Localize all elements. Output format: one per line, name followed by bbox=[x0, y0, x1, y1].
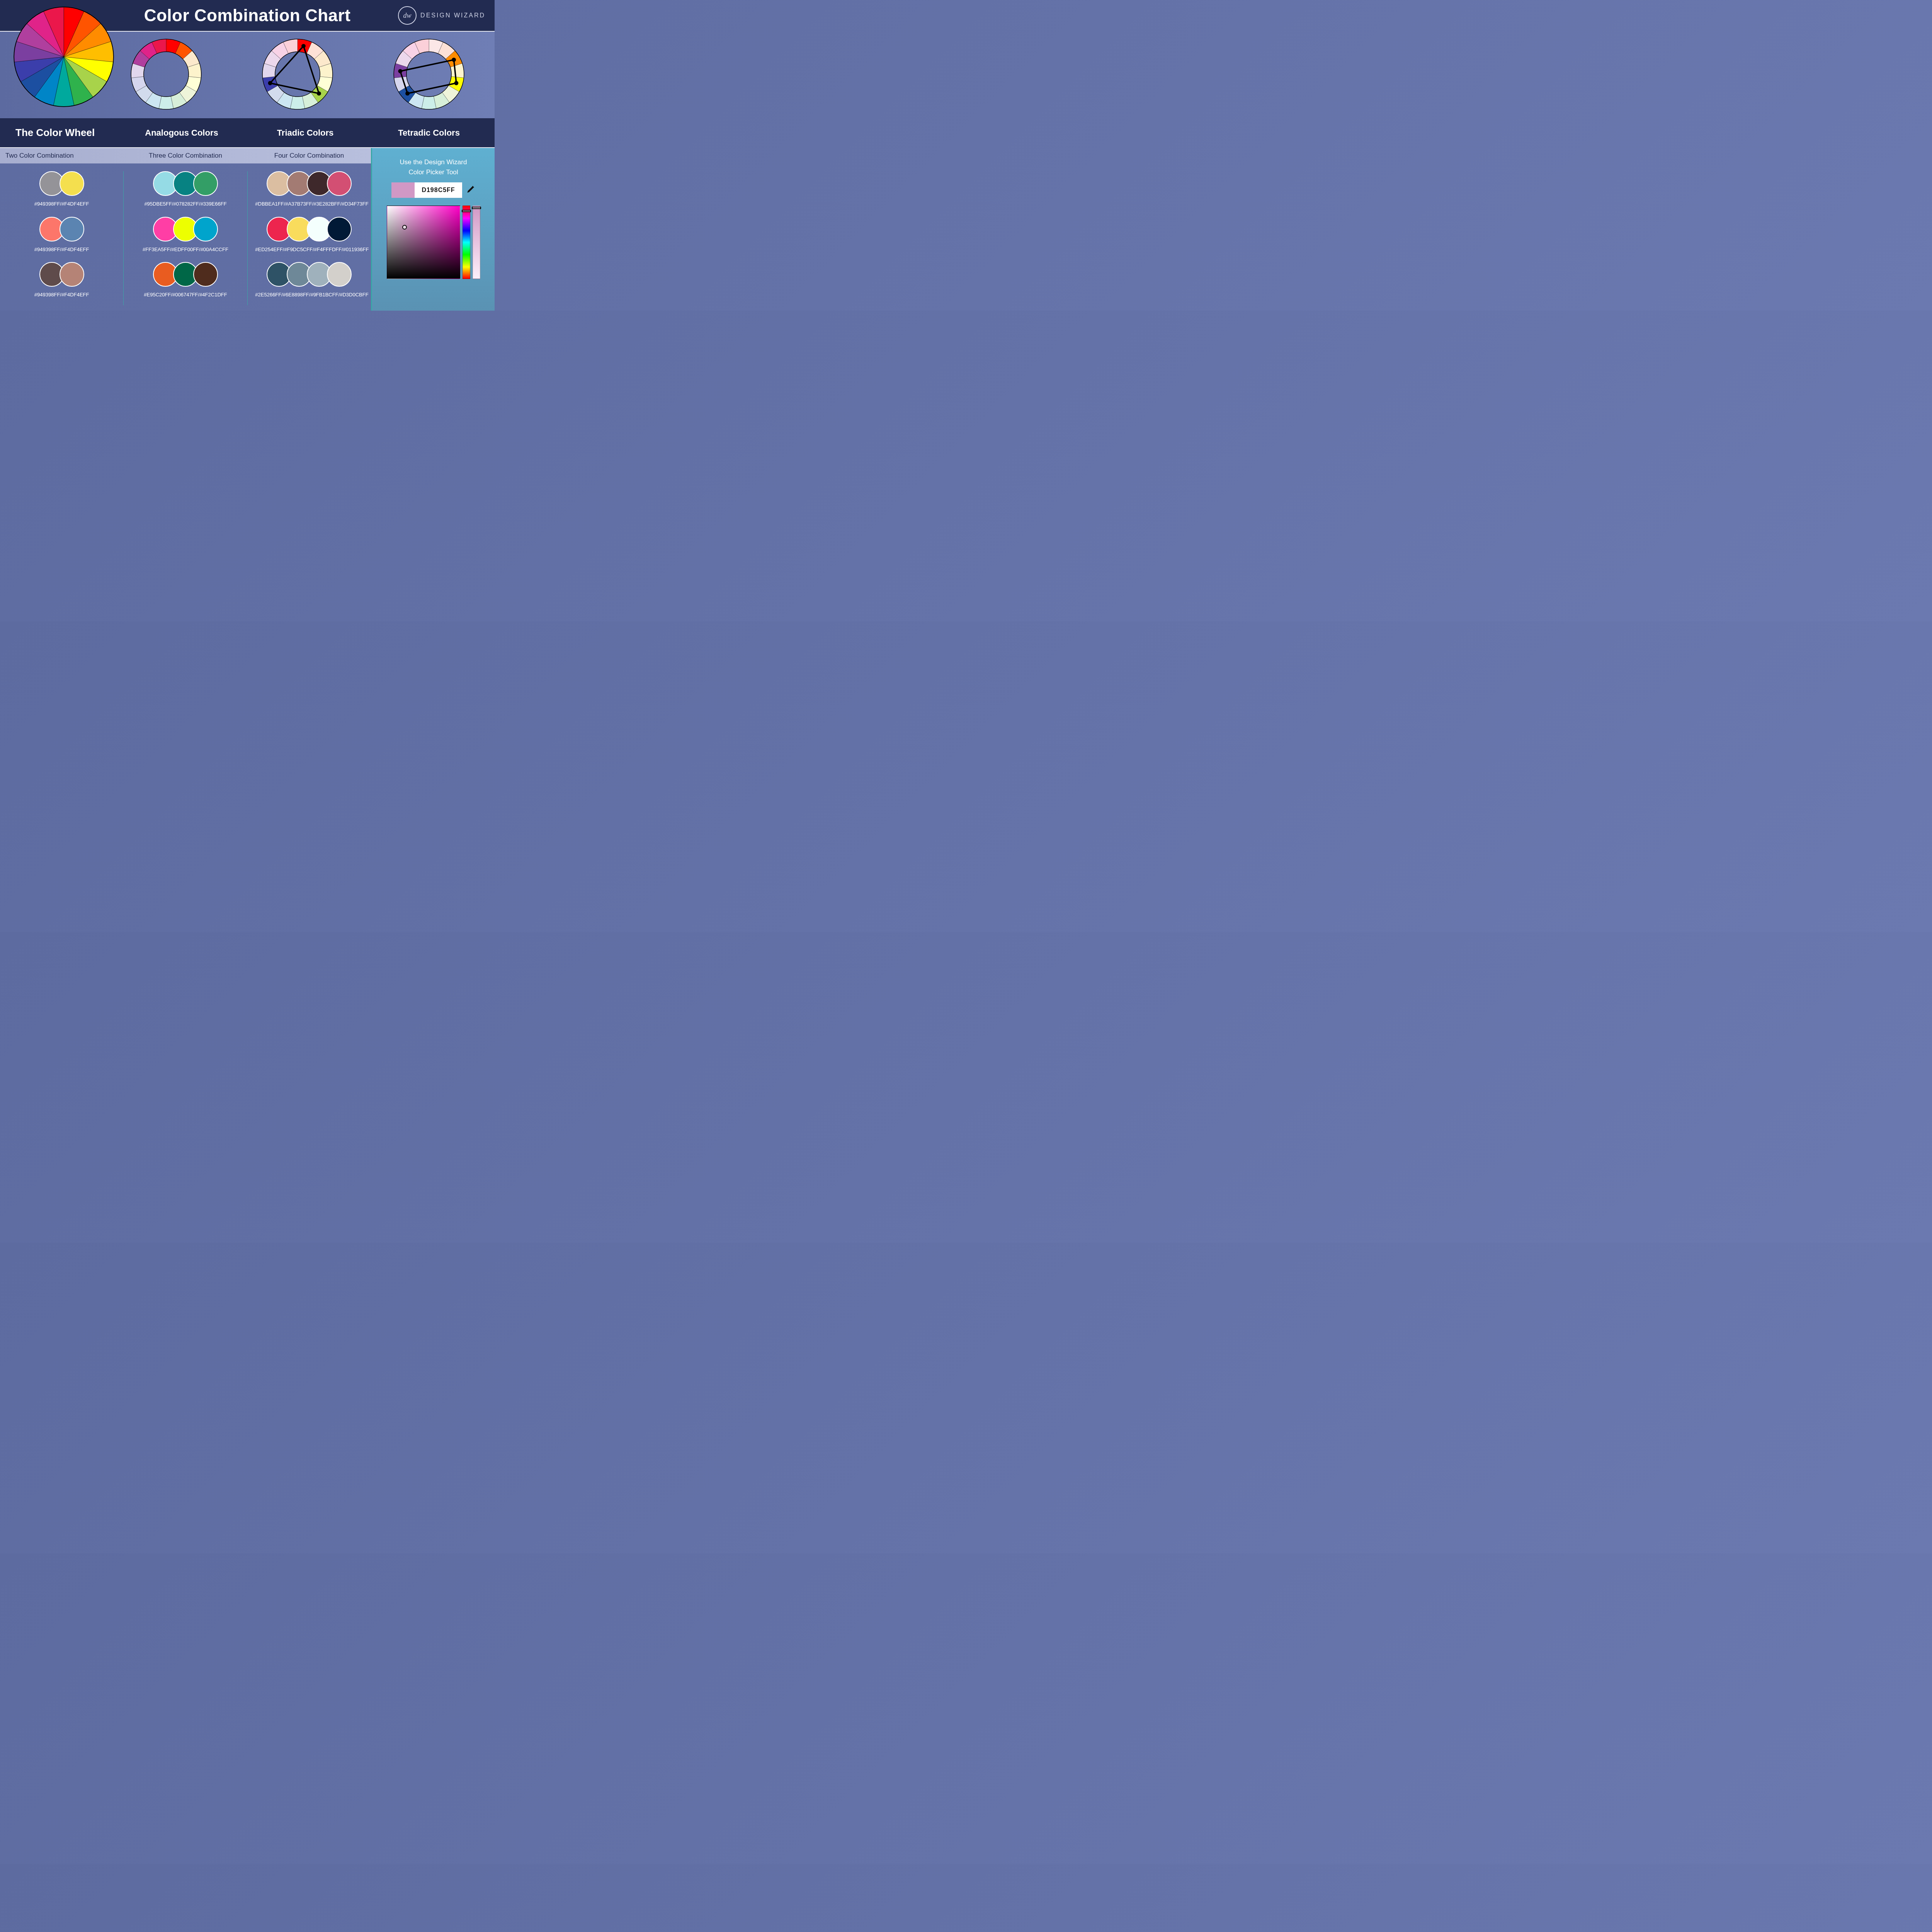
combination-tabs: Two Color Combination Three Color Combin… bbox=[0, 148, 371, 163]
color-wheel bbox=[12, 5, 116, 109]
label-triadic: Triadic Colors bbox=[243, 128, 367, 138]
color-swatch bbox=[193, 217, 218, 242]
analogous-ring bbox=[128, 36, 205, 113]
color-swatch bbox=[327, 171, 352, 196]
swatch-row bbox=[153, 262, 218, 287]
swatch-row bbox=[267, 171, 352, 196]
combinations-grid: #949398FF/#F4DF4EFF #949398FF/#F4DF4EFF #9… bbox=[0, 163, 371, 311]
brand-name: DESIGN WIZARD bbox=[420, 12, 485, 19]
swatch-row bbox=[153, 171, 218, 196]
picker-swatch bbox=[391, 182, 415, 198]
svg-point-13 bbox=[398, 69, 402, 73]
swatch-label: #95DBE5FF/#078282FF/#339E66FF bbox=[144, 201, 226, 207]
picker-cta-line1: Use the Design Wizard bbox=[400, 158, 467, 166]
swatch-row bbox=[153, 217, 218, 242]
swatch-label: #FF3EA5FF/#EDFF00FF/#00A4CCFF bbox=[143, 246, 228, 253]
swatch-row bbox=[39, 217, 84, 242]
swatch-label: #DBBEA1FF/#A37B73FF/#3E282BFF/#D34F73FF bbox=[255, 201, 363, 207]
color-swatch bbox=[60, 171, 84, 196]
color-swatch bbox=[60, 262, 84, 287]
tab-three-color[interactable]: Three Color Combination bbox=[124, 148, 247, 163]
svg-point-12 bbox=[405, 91, 410, 95]
section-labels: The Color Wheel Analogous Colors Triadic… bbox=[0, 118, 495, 147]
picker-cta-line2: Color Picker Tool bbox=[408, 168, 458, 176]
sv-handle[interactable] bbox=[402, 225, 407, 230]
color-swatch bbox=[193, 262, 218, 287]
triadic-ring bbox=[259, 36, 336, 113]
alpha-handle[interactable] bbox=[472, 207, 481, 209]
eyedropper-icon[interactable] bbox=[467, 185, 475, 196]
tab-two-color[interactable]: Two Color Combination bbox=[0, 148, 124, 163]
swatch-label: #949398FF/#F4DF4EFF bbox=[34, 291, 89, 298]
swatch-label: #2E5266FF/#6E8898FF/#9FB1BCFF/#D3D0CBFF bbox=[255, 291, 363, 298]
swatch-label: #949398FF/#F4DF4EFF bbox=[34, 246, 89, 253]
alpha-slider[interactable] bbox=[473, 206, 480, 279]
svg-point-9 bbox=[406, 52, 451, 97]
swatch-row bbox=[39, 262, 84, 287]
swatch-label: #E95C20FF/#006747FF/#4F2C1DFF bbox=[144, 291, 227, 298]
swatch-row bbox=[267, 262, 352, 287]
wheels-row bbox=[0, 32, 495, 118]
brand-logo: dw DESIGN WIZARD bbox=[398, 6, 485, 25]
swatch-label: #ED254EFF/#F9DC5CFF/#F4FFFDFF/#011936FF bbox=[255, 246, 363, 253]
svg-point-10 bbox=[452, 58, 456, 62]
swatch-row bbox=[267, 217, 352, 242]
tetradic-ring bbox=[390, 36, 468, 113]
picker-cta: Use the Design Wizard Color Picker Tool bbox=[400, 157, 467, 177]
label-tetradic: Tetradic Colors bbox=[367, 128, 491, 138]
svg-point-7 bbox=[268, 81, 272, 85]
saturation-value-canvas[interactable] bbox=[387, 206, 460, 279]
label-wheel: The Color Wheel bbox=[4, 127, 120, 139]
three-color-column: #95DBE5FF/#078282FF/#339E66FF #FF3EA5FF/#… bbox=[124, 171, 247, 305]
color-swatch bbox=[327, 217, 352, 242]
color-swatch bbox=[327, 262, 352, 287]
picker-hex-input[interactable]: D198C5FF bbox=[391, 182, 462, 198]
color-picker-panel: Use the Design Wizard Color Picker Tool … bbox=[371, 148, 495, 311]
tab-four-color[interactable]: Four Color Combination bbox=[247, 148, 371, 163]
four-color-column: #DBBEA1FF/#A37B73FF/#3E282BFF/#D34F73FF #… bbox=[248, 171, 371, 305]
swatch-label: #949398FF/#F4DF4EFF bbox=[34, 201, 89, 207]
brand-monogram: dw bbox=[398, 6, 417, 25]
svg-point-11 bbox=[454, 81, 458, 85]
hue-handle[interactable] bbox=[462, 210, 471, 212]
color-swatch bbox=[193, 171, 218, 196]
swatch-row bbox=[39, 171, 84, 196]
svg-point-5 bbox=[301, 44, 306, 48]
picker-hex-value: D198C5FF bbox=[415, 182, 462, 198]
two-color-column: #949398FF/#F4DF4EFF #949398FF/#F4DF4EFF #9… bbox=[0, 171, 124, 305]
svg-point-2 bbox=[144, 52, 189, 97]
label-analogous: Analogous Colors bbox=[120, 128, 243, 138]
hue-slider[interactable] bbox=[463, 206, 470, 279]
svg-point-6 bbox=[317, 91, 321, 95]
color-swatch bbox=[60, 217, 84, 242]
